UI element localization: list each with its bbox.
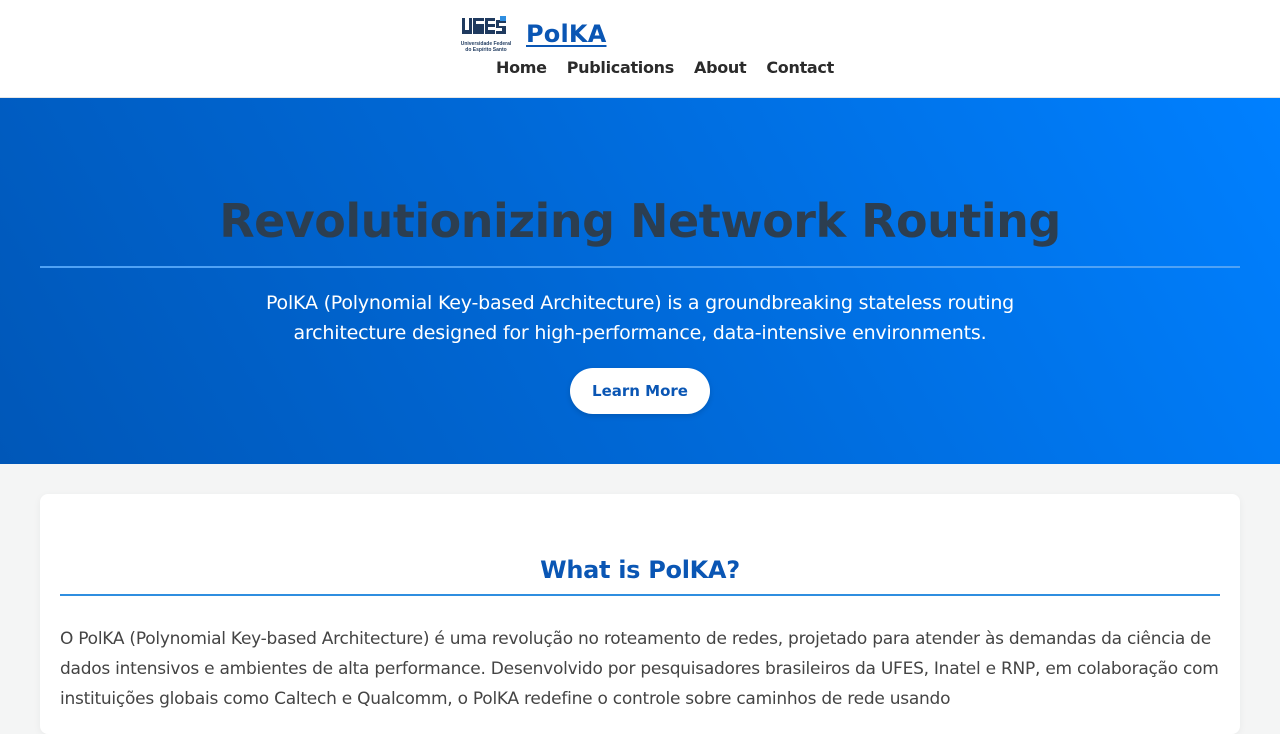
nav-contact[interactable]: Contact [766,58,834,77]
logo-line-2: do Espírito Santo [465,47,506,53]
brand-link[interactable]: Universidade Federal do Espírito Santo P… [456,16,606,56]
what-is-polka-card: What is PolKA? O PolKA (Polynomial Key-b… [40,494,1240,734]
nav-home[interactable]: Home [496,58,547,77]
brand-name[interactable]: PolKA [526,20,606,48]
main-nav: Home Publications About Contact [496,58,834,77]
site-header: Universidade Federal do Espírito Santo P… [0,0,1280,98]
ufes-logo-icon: Universidade Federal do Espírito Santo [456,16,516,56]
nav-publications[interactable]: Publications [567,58,675,77]
section-title: What is PolKA? [540,556,740,584]
nav-about[interactable]: About [694,58,747,77]
hero-divider [40,266,1240,268]
hero: Revolutionizing Network Routing PolKA (P… [0,98,1280,464]
section-divider [60,594,1220,596]
learn-more-button[interactable]: Learn More [570,368,710,414]
hero-description: PolKA (Polynomial Key-based Architecture… [265,292,1015,344]
section-body: O PolKA (Polynomial Key-based Architectu… [60,629,1219,709]
hero-title: Revolutionizing Network Routing [219,194,1061,248]
